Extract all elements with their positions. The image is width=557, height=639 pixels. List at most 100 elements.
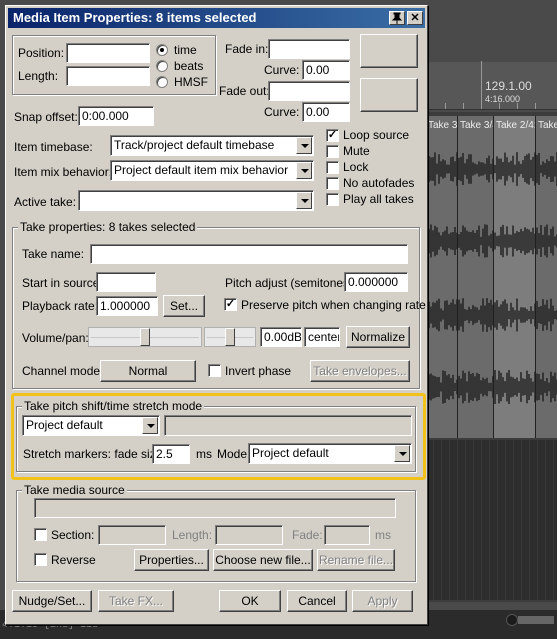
pin-icon[interactable] — [389, 11, 405, 25]
active-take-select[interactable] — [78, 190, 314, 211]
chevron-down-icon — [296, 162, 312, 179]
fade-in-curve-label: Curve: — [264, 63, 300, 77]
position-label: Position: — [18, 46, 65, 60]
playback-rate-field[interactable]: 1.000000 — [96, 296, 158, 316]
start-in-source-label: Start in source: — [22, 276, 103, 290]
fade-in-curve-field[interactable]: 0.00 — [302, 60, 350, 80]
source-fade-label: Fade: — [292, 528, 323, 542]
fade-in-field[interactable] — [268, 39, 350, 59]
fade-in-shape-button[interactable] — [360, 34, 418, 68]
media-item-properties-dialog: Media Item Properties: 8 items selected … — [5, 5, 428, 625]
volume-db-field[interactable]: 0.00dB — [260, 327, 302, 347]
beats-radio-label: beats — [174, 59, 204, 73]
pitch-adjust-field[interactable]: 0.000000 — [344, 272, 408, 292]
item-mix-behavior-value: Project default item mix behavior — [114, 163, 289, 177]
item-mix-behavior-select[interactable]: Project default item mix behavior — [110, 160, 314, 181]
channel-mode-label: Channel mode: — [22, 364, 104, 378]
time-radio-label: time — [174, 43, 197, 57]
invert-phase-label: Invert phase — [225, 364, 292, 378]
title-bar[interactable]: Media Item Properties: 8 items selected … — [8, 8, 425, 28]
pan-slider-thumb[interactable] — [225, 328, 235, 346]
ok-button[interactable]: OK — [219, 590, 281, 612]
preserve-pitch-checkbox[interactable]: ✓ — [224, 298, 237, 311]
clip-label: Take 3/4: 02-... — [428, 120, 457, 131]
item-timebase-value: Track/project default timebase — [114, 138, 275, 152]
properties-button[interactable]: Properties... — [134, 549, 209, 571]
lower-track-area — [425, 440, 557, 600]
fade-out-curve-field[interactable]: 0.00 — [302, 102, 350, 122]
clip-label: Take 3/4: 02-... — [538, 120, 557, 131]
play-all-takes-checkbox[interactable] — [326, 193, 339, 206]
source-length-field[interactable] — [215, 525, 283, 545]
take-fx-button[interactable]: Take FX... — [98, 590, 174, 612]
dialog-title: Media Item Properties: 8 items selected — [13, 10, 257, 25]
waveform — [425, 224, 557, 258]
volume-pan-label: Volume/pan: — [22, 331, 89, 345]
rename-file-button[interactable]: Rename file... — [317, 549, 395, 571]
volume-slider[interactable] — [88, 327, 202, 347]
snap-offset-label: Snap offset: — [14, 110, 78, 124]
choose-new-file-button[interactable]: Choose new file... — [213, 549, 313, 571]
source-fade-field[interactable] — [324, 525, 370, 545]
take-properties-title: Take properties: 8 takes selected — [18, 220, 198, 234]
nudge-set-button[interactable]: Nudge/Set... — [12, 590, 92, 612]
highlight-box — [11, 393, 426, 480]
lock-checkbox[interactable] — [326, 161, 339, 174]
take-envelopes-button[interactable]: Take envelopes... — [310, 360, 410, 382]
beats-radio[interactable] — [156, 60, 168, 72]
item-timebase-select[interactable]: Track/project default timebase — [110, 135, 314, 156]
loop-source-checkbox[interactable]: ✓ — [326, 129, 339, 142]
fade-out-curve-label: Curve: — [264, 105, 300, 119]
cancel-button[interactable]: Cancel — [287, 590, 347, 612]
section-checkbox[interactable] — [34, 528, 47, 541]
source-length-label: Length: — [172, 528, 213, 542]
timeline-ruler[interactable]: 129.1.00 4:16.000 — [425, 61, 557, 110]
lock-label: Lock — [343, 160, 369, 174]
mute-label: Mute — [343, 144, 370, 158]
take-name-label: Take name: — [22, 247, 85, 261]
start-in-source-field[interactable] — [96, 272, 156, 292]
position-field[interactable] — [66, 43, 150, 63]
channel-mode-button[interactable]: Normal — [100, 360, 196, 382]
mute-checkbox[interactable] — [326, 145, 339, 158]
reverse-label: Reverse — [51, 553, 96, 567]
pan-slider[interactable] — [204, 327, 256, 347]
waveform — [425, 152, 557, 186]
snap-offset-field[interactable]: 0:00.000 — [78, 106, 154, 126]
no-autofades-checkbox[interactable] — [326, 177, 339, 190]
take-name-field[interactable] — [90, 244, 408, 264]
set-rate-button[interactable]: Set... — [163, 295, 205, 317]
hmsf-radio-label: HMSF — [174, 75, 208, 89]
reverse-checkbox[interactable] — [34, 553, 47, 566]
hmsf-radio[interactable] — [156, 76, 168, 88]
active-take-label: Active take: — [14, 195, 77, 209]
scroll-knob[interactable] — [506, 614, 518, 626]
invert-phase-checkbox[interactable] — [208, 364, 221, 377]
volume-slider-thumb[interactable] — [140, 328, 150, 346]
clip-label: Take 2/4: 02-... — [496, 120, 535, 131]
pitch-adjust-label: Pitch adjust (semitones): — [225, 276, 357, 290]
clip-label: Take 3/4: 02-... — [460, 120, 493, 131]
no-autofades-label: No autofades — [343, 176, 415, 190]
normalize-button[interactable]: Normalize — [346, 326, 410, 348]
item-timebase-label: Item timebase: — [14, 140, 93, 154]
fade-out-label: Fade out: — [219, 84, 270, 98]
section-label: Section: — [51, 528, 95, 542]
length-field[interactable] — [66, 66, 150, 86]
apply-button[interactable]: Apply — [352, 590, 413, 612]
play-all-takes-label: Play all takes — [343, 192, 414, 206]
horizontal-scrollbar[interactable] — [518, 616, 554, 624]
fade-out-field[interactable] — [268, 81, 350, 101]
length-label: Length: — [18, 69, 59, 83]
preserve-pitch-label: Preserve pitch when changing rate — [241, 298, 426, 312]
waveform — [425, 370, 557, 404]
waveform — [425, 298, 557, 332]
pan-field[interactable]: center — [304, 327, 340, 347]
media-source-path-field[interactable] — [34, 498, 396, 518]
playback-rate-label: Playback rate: — [22, 299, 99, 313]
fade-out-shape-button[interactable] — [360, 78, 418, 112]
close-icon[interactable]: ✕ — [407, 11, 423, 25]
section-field[interactable] — [98, 525, 166, 545]
chevron-down-icon — [296, 137, 312, 154]
time-radio[interactable] — [156, 44, 168, 56]
